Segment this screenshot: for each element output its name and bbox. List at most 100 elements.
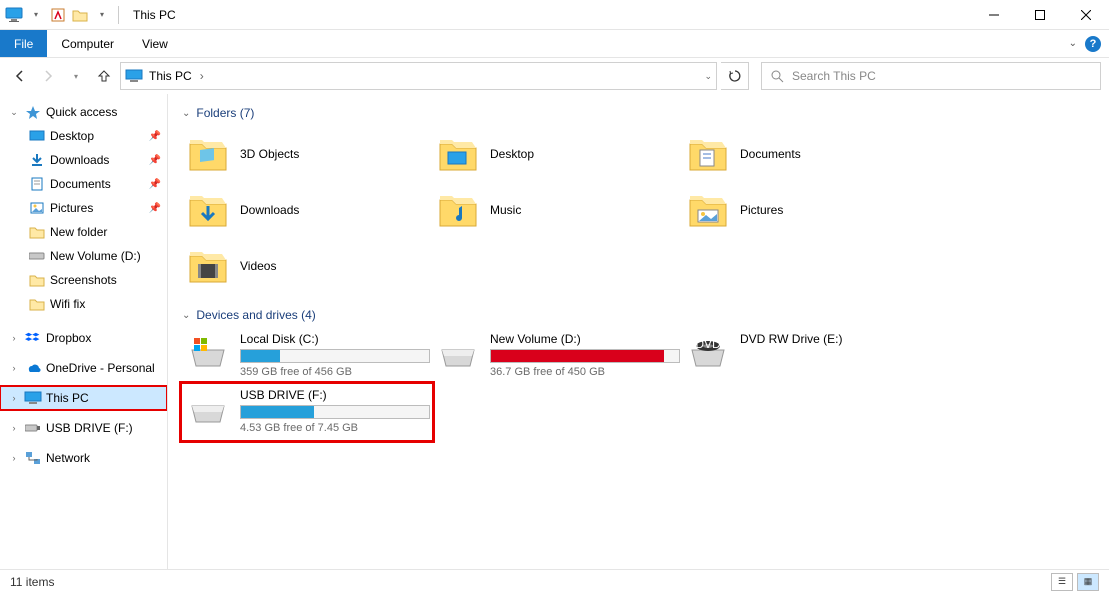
chevron-down-icon: ⌄ bbox=[182, 108, 190, 119]
drive-free-text: 359 GB free of 456 GB bbox=[240, 366, 430, 378]
drive-item[interactable]: Local Disk (C:)359 GB free of 456 GB bbox=[182, 328, 432, 384]
pin-icon: 📌 bbox=[149, 179, 161, 190]
recent-dropdown-icon[interactable]: ▾ bbox=[64, 64, 88, 88]
drive-free-text: 4.53 GB free of 7.45 GB bbox=[240, 422, 430, 434]
status-bar: 11 items ☰ ▦ bbox=[0, 569, 1109, 593]
chevron-down-icon[interactable]: ▾ bbox=[26, 5, 46, 25]
folder-label: Music bbox=[490, 203, 521, 217]
chevron-down-icon: ⌄ bbox=[182, 310, 190, 321]
help-icon[interactable]: ? bbox=[1085, 36, 1101, 52]
sidebar-item[interactable]: Screenshots bbox=[0, 268, 167, 292]
navigation-pane: ⌄ Quick access Desktop📌Downloads📌Documen… bbox=[0, 94, 168, 569]
drive-usage-bar bbox=[490, 349, 680, 363]
sidebar-this-pc[interactable]: › This PC bbox=[0, 386, 167, 410]
folder-item[interactable]: Videos bbox=[182, 238, 432, 294]
folder-icon bbox=[436, 132, 480, 176]
folder-item[interactable]: Pictures bbox=[682, 182, 932, 238]
chevron-down-icon[interactable]: ⌄ bbox=[8, 107, 20, 118]
pin-icon: 📌 bbox=[149, 131, 161, 142]
this-pc-icon bbox=[24, 390, 42, 406]
item-icon bbox=[28, 296, 46, 312]
chevron-right-icon[interactable]: › bbox=[8, 333, 20, 343]
folder-icon bbox=[186, 188, 230, 232]
pin-icon: 📌 bbox=[149, 203, 161, 214]
search-input[interactable]: Search This PC bbox=[761, 62, 1101, 90]
maximize-button[interactable] bbox=[1017, 0, 1063, 30]
sidebar-item-label: Quick access bbox=[46, 105, 117, 119]
back-button[interactable] bbox=[8, 64, 32, 88]
drive-free-text: 36.7 GB free of 450 GB bbox=[490, 366, 680, 378]
breadcrumb-separator bbox=[198, 69, 206, 83]
group-title: Devices and drives (4) bbox=[196, 308, 315, 322]
view-details-button[interactable]: ☰ bbox=[1051, 573, 1073, 591]
tab-view[interactable]: View bbox=[128, 30, 182, 57]
refresh-button[interactable] bbox=[721, 62, 749, 90]
sidebar-item-label: Downloads bbox=[50, 153, 109, 167]
sidebar-usb-drive[interactable]: › USB DRIVE (F:) bbox=[0, 416, 167, 440]
folder-item[interactable]: 3D Objects bbox=[182, 126, 432, 182]
folder-label: Pictures bbox=[740, 203, 783, 217]
content-pane: ⌄ Folders (7) 3D ObjectsDesktopDocuments… bbox=[168, 94, 1109, 569]
title-bar: ▾ ▾ This PC bbox=[0, 0, 1109, 30]
group-drives-header[interactable]: ⌄ Devices and drives (4) bbox=[182, 308, 1095, 322]
qat-dropdown-icon[interactable]: ▾ bbox=[92, 5, 112, 25]
sidebar-dropbox[interactable]: › Dropbox bbox=[0, 326, 167, 350]
sidebar-quick-access[interactable]: ⌄ Quick access bbox=[0, 100, 167, 124]
group-folders-header[interactable]: ⌄ Folders (7) bbox=[182, 106, 1095, 120]
properties-icon[interactable] bbox=[48, 5, 68, 25]
sidebar-network[interactable]: › Network bbox=[0, 446, 167, 470]
star-icon bbox=[24, 104, 42, 120]
folder-item[interactable]: Documents bbox=[682, 126, 932, 182]
forward-button[interactable] bbox=[36, 64, 60, 88]
chevron-right-icon[interactable]: › bbox=[8, 423, 20, 433]
tab-computer[interactable]: Computer bbox=[47, 30, 128, 57]
folder-icon bbox=[436, 188, 480, 232]
sidebar-item[interactable]: Pictures 📌 bbox=[0, 196, 167, 220]
view-tiles-button[interactable]: ▦ bbox=[1077, 573, 1099, 591]
breadcrumb-root[interactable]: This PC bbox=[149, 69, 192, 83]
quick-access-toolbar: ▾ ▾ bbox=[4, 5, 123, 25]
chevron-right-icon[interactable]: › bbox=[8, 393, 20, 403]
address-bar[interactable]: This PC ⌄ bbox=[120, 62, 717, 90]
folder-icon bbox=[686, 132, 730, 176]
sidebar-item-label: New folder bbox=[50, 225, 107, 239]
sidebar-item[interactable]: Downloads📌 bbox=[0, 148, 167, 172]
drive-item[interactable]: DVDDVD RW Drive (E:) bbox=[682, 328, 932, 384]
folder-item[interactable]: Downloads bbox=[182, 182, 432, 238]
close-button[interactable] bbox=[1063, 0, 1109, 30]
item-icon bbox=[28, 152, 46, 168]
address-dropdown-icon[interactable]: ⌄ bbox=[704, 71, 712, 82]
drive-item[interactable]: New Volume (D:)36.7 GB free of 450 GB bbox=[432, 328, 682, 384]
new-folder-icon[interactable] bbox=[70, 5, 90, 25]
sidebar-item[interactable]: New Volume (D:) bbox=[0, 244, 167, 268]
sidebar-item-label: OneDrive - Personal bbox=[46, 361, 155, 375]
drive-icon bbox=[186, 388, 230, 428]
sidebar-onedrive[interactable]: › OneDrive - Personal bbox=[0, 356, 167, 380]
drive-icon: DVD bbox=[686, 332, 730, 372]
chevron-right-icon[interactable]: › bbox=[8, 363, 20, 373]
drive-icon bbox=[186, 332, 230, 372]
drive-item[interactable]: USB DRIVE (F:)4.53 GB free of 7.45 GB bbox=[182, 384, 432, 440]
ribbon-collapse-icon[interactable]: ⌄ bbox=[1069, 38, 1077, 49]
drive-usage-bar bbox=[240, 405, 430, 419]
window-controls bbox=[971, 0, 1109, 30]
sidebar-item-label: Dropbox bbox=[46, 331, 91, 345]
sidebar-item[interactable]: Wifi fix bbox=[0, 292, 167, 316]
item-icon bbox=[28, 176, 46, 192]
up-button[interactable] bbox=[92, 64, 116, 88]
folder-item[interactable]: Music bbox=[432, 182, 682, 238]
drive-usage-bar bbox=[240, 349, 430, 363]
sidebar-item[interactable]: Desktop📌 bbox=[0, 124, 167, 148]
usb-drive-icon bbox=[24, 420, 42, 436]
sidebar-item[interactable]: Documents📌 bbox=[0, 172, 167, 196]
search-icon bbox=[770, 69, 784, 83]
folder-item[interactable]: Desktop bbox=[432, 126, 682, 182]
minimize-button[interactable] bbox=[971, 0, 1017, 30]
network-icon bbox=[24, 450, 42, 466]
chevron-right-icon[interactable]: › bbox=[8, 453, 20, 463]
sidebar-item-label: New Volume (D:) bbox=[50, 249, 141, 263]
sidebar-item-label: Pictures bbox=[50, 201, 93, 215]
tab-file[interactable]: File bbox=[0, 30, 47, 57]
item-icon bbox=[28, 248, 46, 264]
sidebar-item[interactable]: New folder bbox=[0, 220, 167, 244]
